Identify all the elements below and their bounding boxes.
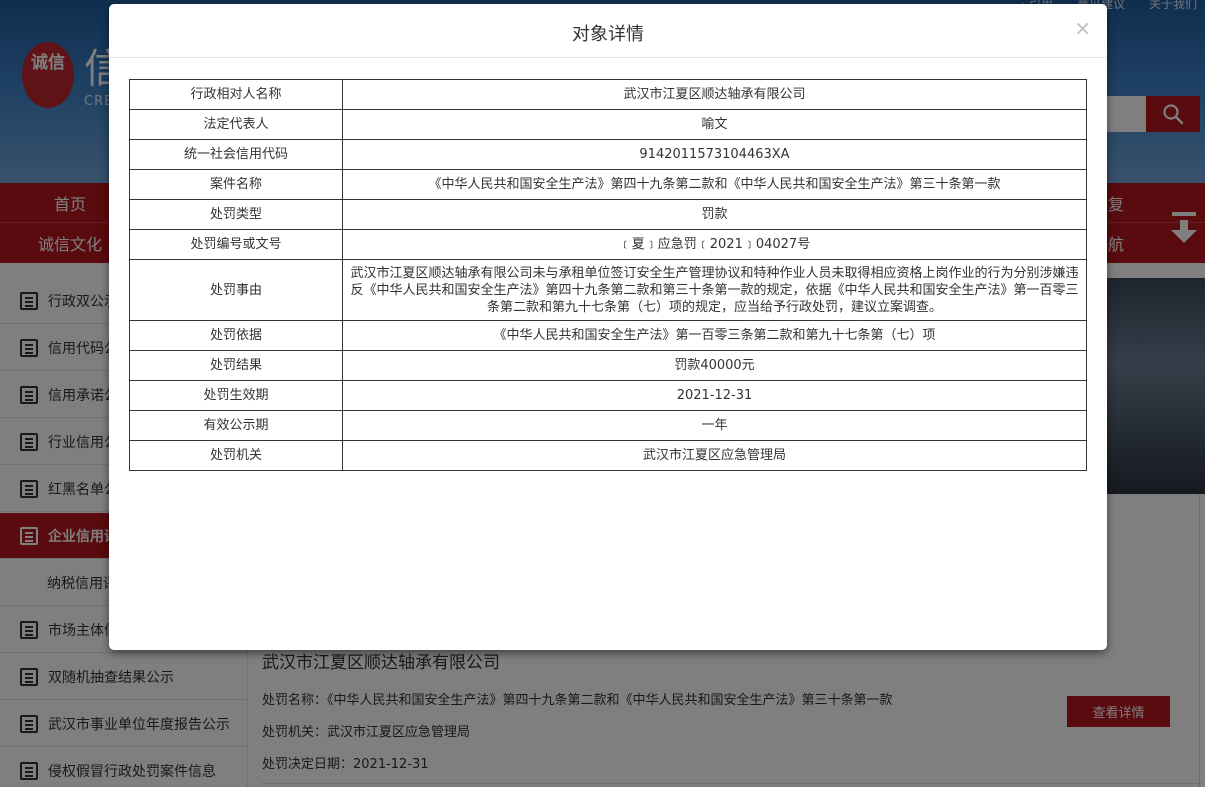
field-label: 处罚依据	[129, 320, 343, 351]
field-label: 统一社会信用代码	[129, 139, 343, 170]
modal-header: 对象详情 ×	[109, 4, 1107, 58]
field-label: 法定代表人	[129, 109, 343, 140]
table-row: 处罚结果 罚款40000元	[129, 350, 1087, 381]
field-label: 处罚机关	[129, 440, 343, 471]
field-value: 《中华人民共和国安全生产法》第四十九条第二款和《中华人民共和国安全生产法》第三十…	[342, 169, 1087, 200]
field-label: 处罚编号或文号	[129, 229, 343, 260]
table-row: 处罚编号或文号 ﹝夏﹞应急罚﹝2021﹞04027号	[129, 229, 1087, 260]
modal-title: 对象详情	[572, 24, 644, 45]
table-row: 统一社会信用代码 9142011573104463XA	[129, 139, 1087, 170]
field-label: 处罚生效期	[129, 380, 343, 411]
table-row: 处罚依据 《中华人民共和国安全生产法》第一百零三条第二款和第九十七条第（七）项	[129, 320, 1087, 351]
table-row: 处罚生效期 2021-12-31	[129, 380, 1087, 411]
table-row: 处罚事由 武汉市江夏区顺达轴承有限公司未与承租单位签订安全生产管理协议和特种作业人…	[129, 259, 1087, 321]
table-row: 行政相对人名称 武汉市江夏区顺达轴承有限公司	[129, 79, 1087, 110]
detail-table: 行政相对人名称 武汉市江夏区顺达轴承有限公司 法定代表人 喻文 统一社会信用代码 9142…	[129, 79, 1087, 471]
field-value: 一年	[342, 410, 1087, 441]
field-value: 武汉市江夏区应急管理局	[342, 440, 1087, 471]
table-row: 处罚类型 罚款	[129, 199, 1087, 230]
field-value: 武汉市江夏区顺达轴承有限公司	[342, 79, 1087, 110]
table-row: 法定代表人 喻文	[129, 109, 1087, 140]
field-value: 喻文	[342, 109, 1087, 140]
field-value: ﹝夏﹞应急罚﹝2021﹞04027号	[342, 229, 1087, 260]
field-value: 《中华人民共和国安全生产法》第一百零三条第二款和第九十七条第（七）项	[342, 320, 1087, 351]
field-value: 武汉市江夏区顺达轴承有限公司未与承租单位签订安全生产管理协议和特种作业人员未取得…	[342, 259, 1087, 321]
field-label: 案件名称	[129, 169, 343, 200]
field-value: 罚款40000元	[342, 350, 1087, 381]
field-label: 处罚类型	[129, 199, 343, 230]
table-row: 案件名称 《中华人民共和国安全生产法》第四十九条第二款和《中华人民共和国安全生产法…	[129, 169, 1087, 200]
field-value: 9142011573104463XA	[342, 139, 1087, 170]
table-row: 处罚机关 武汉市江夏区应急管理局	[129, 440, 1087, 471]
field-value: 2021-12-31	[342, 380, 1087, 411]
field-value: 罚款	[342, 199, 1087, 230]
field-label: 处罚事由	[129, 259, 343, 321]
table-row: 有效公示期 一年	[129, 410, 1087, 441]
field-label: 行政相对人名称	[129, 79, 343, 110]
field-label: 有效公示期	[129, 410, 343, 441]
field-label: 处罚结果	[129, 350, 343, 381]
close-icon[interactable]: ×	[1074, 17, 1091, 39]
object-detail-modal: 对象详情 × 行政相对人名称 武汉市江夏区顺达轴承有限公司 法定代表人 喻文 统一社会信…	[109, 4, 1107, 650]
